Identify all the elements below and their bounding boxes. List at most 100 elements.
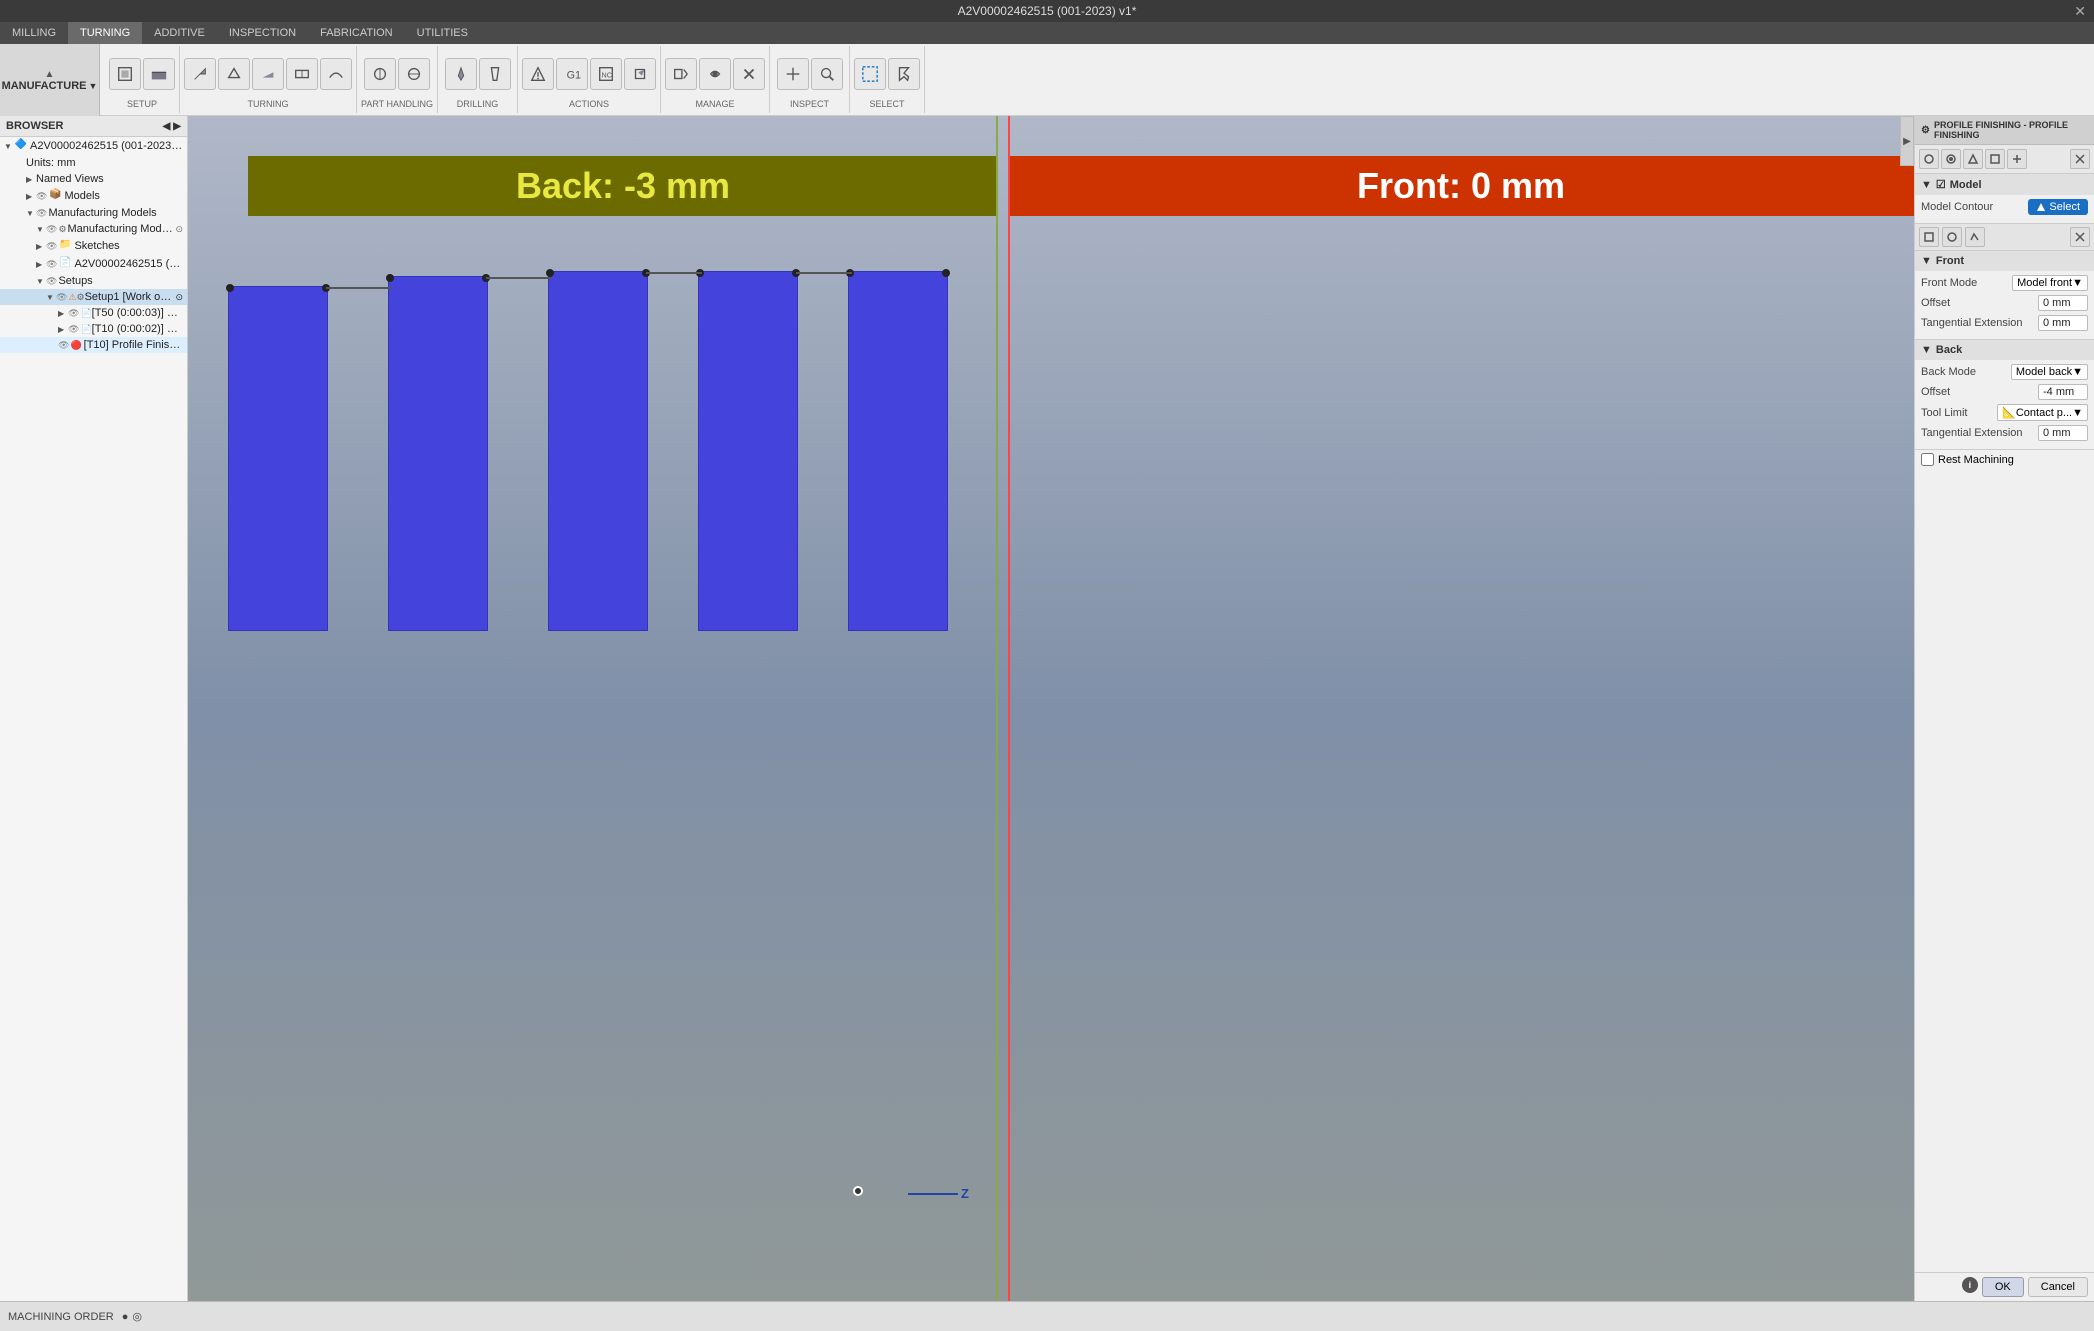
front-mode-dropdown[interactable]: Model front ▼ — [2012, 275, 2088, 291]
panel-icon-4[interactable] — [1985, 149, 2005, 169]
t10profile-label: [T10] Profile Finishi... — [84, 339, 183, 351]
setup-btn-2[interactable] — [143, 58, 175, 90]
back-mode-arrow: ▼ — [2072, 366, 2083, 378]
select-btn-1[interactable] — [854, 58, 886, 90]
tree-body[interactable]: ▶ 👁 📄 A2V00002462515 (001-20... — [0, 255, 187, 273]
parthandling-btn-1[interactable] — [364, 58, 396, 90]
turning-btn-5[interactable] — [320, 58, 352, 90]
right-panel-collapse-btn[interactable]: ▶ — [1900, 116, 1914, 166]
tree-models[interactable]: ▶ 👁 📦 Models — [0, 187, 187, 205]
manage-btn-2[interactable] — [699, 58, 731, 90]
back-offset-row: Offset -4 mm — [1921, 384, 2088, 400]
inspect-btn-1[interactable] — [777, 58, 809, 90]
tree-sketches[interactable]: ▶ 👁 📁 Sketches — [0, 237, 187, 255]
mfgmodels-eye-icon: 👁 — [36, 208, 47, 219]
t10profile-eye: 👁 — [58, 340, 69, 351]
setup1-warning: ⚠ — [68, 292, 76, 303]
manage-btn-1[interactable] — [665, 58, 697, 90]
sketches-label: Sketches — [74, 240, 119, 252]
sidebar-collapse[interactable]: ◀ — [163, 121, 171, 132]
tree-mfgmodels[interactable]: ▼ 👁 Manufacturing Models — [0, 205, 187, 221]
parthandling-label: PART HANDLING — [361, 99, 433, 111]
model-section-checkbox[interactable]: ☑ — [1936, 178, 1946, 191]
select-btn-2[interactable] — [888, 58, 920, 90]
turning-label: TURNING — [248, 99, 289, 111]
inspect-btn-2[interactable] — [811, 58, 843, 90]
turning-btn-1[interactable] — [184, 58, 216, 90]
body-label: A2V00002462515 (001-20... — [74, 258, 183, 270]
panel-front-section: ▼ Front Front Mode Model front ▼ Offset … — [1915, 251, 2094, 340]
tree-namedviews[interactable]: ▶ Named Views — [0, 171, 187, 187]
sketches-arrow: ▶ — [36, 242, 46, 251]
setup-label: SETUP — [127, 99, 157, 111]
manufacture-button[interactable]: MANUFACTURE ▼ — [2, 80, 98, 92]
model-contour-select-btn[interactable]: Select — [2028, 199, 2088, 215]
turning-btn-2[interactable] — [218, 58, 250, 90]
tree-t10profile[interactable]: 👁 🔴 [T10] Profile Finishi... — [0, 337, 187, 353]
drilling-btn-1[interactable] — [445, 58, 477, 90]
parthandling-btn-2[interactable] — [398, 58, 430, 90]
manufacture-dropdown[interactable]: ▲ MANUFACTURE ▼ — [0, 44, 100, 116]
turning-btn-4[interactable] — [286, 58, 318, 90]
actions-btn-2[interactable]: G1 — [556, 58, 588, 90]
front-banner-text: Front: 0 mm — [1357, 165, 1565, 207]
back-offset-value[interactable]: -4 mm — [2038, 384, 2088, 400]
tab-fabrication[interactable]: FABRICATION — [308, 22, 405, 44]
tab-additive[interactable]: ADDITIVE — [142, 22, 217, 44]
ok-button[interactable]: OK — [1982, 1277, 2024, 1297]
sidebar-expand[interactable]: ▶ — [173, 121, 181, 132]
close-button[interactable]: ✕ — [2074, 3, 2086, 20]
red-vert-line — [1008, 116, 1010, 1301]
back-section-arrow: ▼ — [1921, 344, 1932, 356]
setup-btn-1[interactable] — [109, 58, 141, 90]
rest-machining-row: Rest Machining — [1915, 450, 2094, 469]
tab-inspection[interactable]: INSPECTION — [217, 22, 308, 44]
edit-btn-2[interactable] — [1942, 227, 1962, 247]
inspect-label: INSPECT — [790, 99, 829, 111]
drilling-btn-2[interactable] — [479, 58, 511, 90]
setups-arrow: ▼ — [36, 277, 46, 286]
tree-t10face[interactable]: ▶ 👁 📄 [T10 (0:00:02)] Face3... — [0, 321, 187, 337]
back-section-header[interactable]: ▼ Back — [1915, 340, 2094, 360]
panel-icon-3[interactable] — [1963, 149, 1983, 169]
manage-btn-3[interactable] — [733, 58, 765, 90]
actions-btn-3[interactable]: NC — [590, 58, 622, 90]
front-tangential-value[interactable]: 0 mm — [2038, 315, 2088, 331]
tab-utilities[interactable]: UTILITIES — [405, 22, 480, 44]
model-section-label: Model — [1950, 179, 1982, 191]
status-btn-2[interactable]: ◎ — [132, 1310, 142, 1323]
rest-machining-checkbox[interactable] — [1921, 453, 1934, 466]
panel-close-btn[interactable] — [2070, 149, 2090, 169]
edit-btn-3[interactable] — [1965, 227, 1985, 247]
front-offset-value[interactable]: 0 mm — [2038, 295, 2088, 311]
tree-setup1[interactable]: ▼ 👁 ⚠ ⚙ Setup1 [Work offa...] ⊙ — [0, 289, 187, 305]
status-btn-1[interactable]: ● — [122, 1311, 129, 1323]
panel-icon-5[interactable] — [2007, 149, 2027, 169]
cancel-button[interactable]: Cancel — [2028, 1277, 2088, 1297]
panel-icon-2[interactable] — [1941, 149, 1961, 169]
back-tangential-value[interactable]: 0 mm — [2038, 425, 2088, 441]
back-toollimit-dropdown[interactable]: 📐 Contact p... ▼ — [1997, 404, 2088, 421]
edit-btn-1[interactable] — [1919, 227, 1939, 247]
info-icon[interactable]: i — [1962, 1277, 1978, 1293]
tree-root[interactable]: ▼ 🔷 A2V00002462515 (001-2023) v1 — [0, 137, 187, 155]
tree-setups[interactable]: ▼ 👁 Setups — [0, 273, 187, 289]
toolbar-group-select: SELECT — [850, 46, 925, 113]
actions-btn-4[interactable] — [624, 58, 656, 90]
tab-milling[interactable]: MILLING — [0, 22, 68, 44]
front-section-content: Front Mode Model front ▼ Offset 0 mm Tan… — [1915, 271, 2094, 339]
tree-mfgmodel1[interactable]: ▼ 👁 ⚙ Manufacturing Model 1 ⊙ — [0, 221, 187, 237]
model-contour-label: Model Contour — [1921, 201, 2028, 213]
units-label: Units: mm — [26, 157, 76, 169]
tree-t50[interactable]: ▶ 👁 📄 [T50 (0:00:03)] celb - ... — [0, 305, 187, 321]
t50-eye: 👁 — [68, 308, 79, 319]
tree-units: Units: mm — [0, 155, 187, 171]
tab-turning[interactable]: TURNING — [68, 22, 142, 44]
panel-icon-1[interactable] — [1919, 149, 1939, 169]
back-mode-dropdown[interactable]: Model back ▼ — [2011, 364, 2088, 380]
edit-btn-close[interactable] — [2070, 227, 2090, 247]
model-section-header[interactable]: ▼ ☑ Model — [1915, 174, 2094, 195]
front-section-header[interactable]: ▼ Front — [1915, 251, 2094, 271]
actions-btn-1[interactable] — [522, 58, 554, 90]
turning-btn-3[interactable] — [252, 58, 284, 90]
